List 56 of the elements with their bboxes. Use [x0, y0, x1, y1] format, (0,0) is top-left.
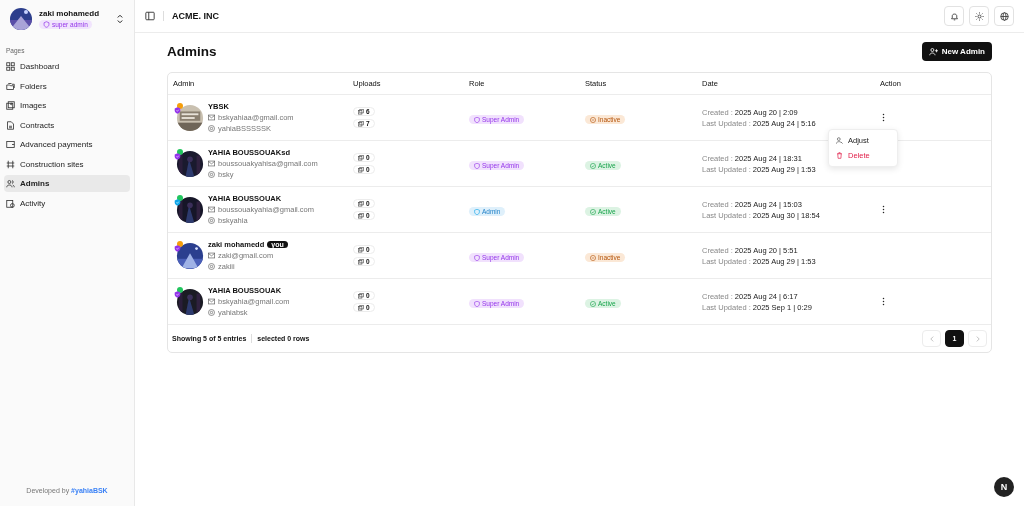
new-admin-button[interactable]: New Admin [921, 42, 992, 61]
chevron-left-icon [929, 335, 934, 342]
notifications-button[interactable] [944, 6, 964, 26]
sidebar-toggle-icon[interactable] [145, 11, 155, 21]
at-sign-icon [208, 125, 215, 132]
sun-icon [974, 11, 984, 21]
trash-icon [836, 152, 843, 159]
at-sign-icon [208, 171, 215, 178]
at-sign-icon [208, 217, 215, 224]
company-name: ACME. INC [172, 11, 219, 21]
at-sign-icon [208, 263, 215, 270]
copy-icon [358, 108, 364, 115]
copy-icon [358, 246, 364, 253]
sidebar-item[interactable]: Dashboard [4, 58, 130, 75]
user-name: zaki mohamedd [39, 9, 100, 18]
more-button[interactable] [880, 203, 887, 216]
sidebar-item[interactable]: Images [4, 97, 130, 114]
copy-icon [358, 200, 364, 207]
nav-icon [6, 62, 15, 71]
sidebar-item[interactable]: Advanced payments [4, 136, 130, 153]
mail-icon [208, 114, 215, 121]
user-plus-icon [928, 47, 938, 56]
globe-icon [999, 11, 1009, 21]
at-sign-icon [208, 309, 215, 316]
nav-icon [6, 81, 15, 91]
copy-icon [358, 258, 364, 265]
copy-icon [358, 154, 364, 161]
page-title: Admins [167, 44, 217, 59]
language-button[interactable] [994, 6, 1014, 26]
sidebar-item[interactable]: Folders [4, 77, 130, 95]
sidebar-item[interactable]: Contracts [4, 116, 130, 134]
copy-icon [358, 304, 364, 311]
nav-icon [6, 179, 15, 188]
dev-tools-button[interactable]: N [994, 477, 1014, 497]
mail-icon [208, 252, 215, 259]
nav-icon [6, 159, 15, 169]
more-button[interactable] [880, 111, 887, 124]
mail-icon [208, 298, 215, 305]
nav-icon [6, 101, 15, 110]
copy-icon [358, 120, 364, 127]
sidebar-item[interactable]: Construction sites [4, 155, 130, 173]
mail-icon [208, 160, 215, 167]
nav-icon [6, 198, 15, 208]
sidebar-item[interactable]: Admins [4, 175, 130, 192]
chevron-up-down-icon[interactable] [116, 14, 124, 24]
copy-icon [358, 212, 364, 219]
nav-icon [6, 140, 15, 149]
bell-icon [949, 11, 959, 21]
mail-icon [208, 206, 215, 213]
more-button[interactable] [880, 295, 887, 308]
chevron-right-icon [975, 335, 980, 342]
nav-icon [6, 120, 15, 130]
user-edit-icon [836, 137, 843, 144]
copy-icon [358, 166, 364, 173]
copy-icon [358, 292, 364, 299]
sidebar-item[interactable]: Activity [4, 194, 130, 212]
